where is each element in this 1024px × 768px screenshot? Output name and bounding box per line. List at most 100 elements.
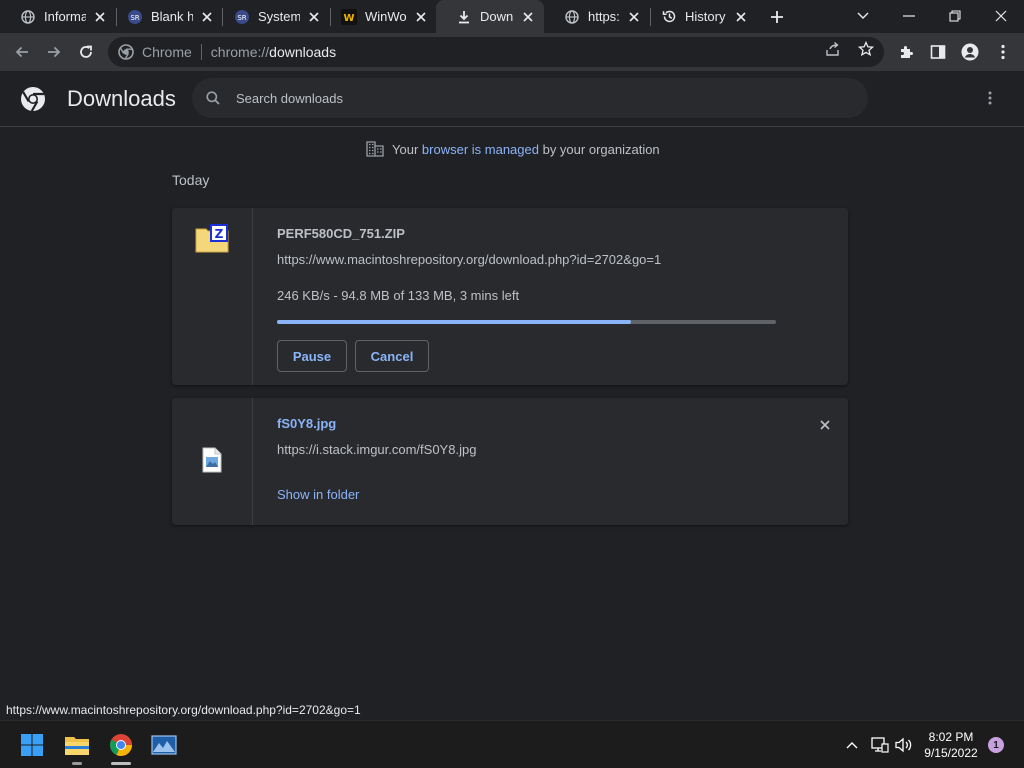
tab-winworld[interactable]: W WinWo	[321, 0, 437, 33]
status-bubble: https://www.macintoshrepository.org/down…	[0, 700, 367, 720]
profile-button[interactable]	[960, 42, 980, 62]
remove-from-list-button[interactable]	[816, 416, 834, 434]
omnibox-divider	[200, 44, 202, 60]
page-title: Downloads	[67, 86, 176, 111]
search-input[interactable]	[236, 90, 836, 106]
search-box[interactable]	[192, 78, 868, 118]
date-heading: Today	[172, 172, 210, 188]
tab-informa[interactable]: Informa	[0, 0, 116, 33]
url-scheme: chrome://	[210, 44, 270, 60]
history-icon	[661, 9, 677, 25]
managed-notice: Your browser is managed by your organiza…	[366, 140, 660, 158]
start-button[interactable]	[16, 729, 48, 761]
clock-time: 8:02 PM	[928, 730, 974, 744]
globe-icon	[20, 9, 36, 25]
address-bar[interactable]: Chrome chrome://downloads	[108, 37, 884, 67]
tab-downloads[interactable]: Downlo	[436, 0, 544, 33]
close-icon[interactable]	[626, 9, 642, 25]
new-tab-button[interactable]	[766, 6, 788, 28]
managed-link[interactable]: browser is managed	[422, 142, 539, 157]
back-button[interactable]	[9, 39, 35, 65]
tab-blank-ha[interactable]: SR Blank ha	[107, 0, 223, 33]
tab-search-button[interactable]	[849, 3, 877, 29]
file-url: https://i.stack.imgur.com/fS0Y8.jpg	[277, 442, 477, 457]
tab-label: Downlo	[480, 9, 514, 24]
clock-date: 9/15/2022	[924, 746, 978, 760]
downloads-menu-button[interactable]	[980, 88, 1000, 108]
photos-button[interactable]	[148, 729, 180, 761]
extensions-button[interactable]	[896, 42, 916, 62]
network-icon	[871, 737, 889, 753]
system-clock[interactable]: 8:02 PM 9/15/2022	[920, 729, 982, 761]
tab-label: History	[685, 9, 726, 24]
tab-history[interactable]: History	[641, 0, 757, 33]
close-icon	[995, 10, 1007, 22]
svg-text:SR: SR	[237, 14, 246, 22]
chrome-icon	[110, 734, 132, 756]
share-button[interactable]	[824, 40, 842, 58]
show-in-folder-link[interactable]: Show in folder	[277, 487, 359, 502]
tab-label: Informa	[44, 9, 86, 24]
globe-icon	[564, 9, 580, 25]
managed-suffix: by your organization	[542, 141, 660, 157]
tab-label: System	[258, 9, 300, 24]
download-item-zip: Z PERF580CD_751.ZIP https://www.macintos…	[172, 208, 848, 385]
chevron-down-icon	[857, 12, 869, 19]
star-icon	[858, 41, 874, 57]
window-close-button[interactable]	[987, 3, 1015, 29]
more-vert-icon	[988, 91, 992, 105]
windows-logo-icon	[21, 734, 43, 756]
reload-icon	[80, 45, 92, 58]
running-indicator	[111, 762, 131, 765]
chevron-up-icon	[846, 742, 858, 749]
file-explorer-button[interactable]	[61, 729, 93, 765]
photos-icon	[151, 735, 177, 755]
running-indicator	[72, 762, 82, 765]
close-icon[interactable]	[92, 9, 108, 25]
forward-button[interactable]	[41, 39, 67, 65]
file-name-link[interactable]: fS0Y8.jpg	[277, 416, 336, 431]
volume-button[interactable]	[894, 735, 914, 755]
show-hidden-icons-button[interactable]	[842, 735, 862, 755]
search-icon	[204, 89, 222, 107]
network-button[interactable]	[870, 735, 890, 755]
back-arrow-icon	[15, 46, 28, 58]
download-icon	[456, 9, 472, 25]
tab-label: https://\	[588, 9, 620, 24]
taskbar: 8:02 PM 9/15/2022 1	[0, 720, 1024, 768]
url-host: downloads	[269, 44, 337, 60]
tab-system[interactable]: SR System	[214, 0, 330, 33]
chrome-logo-icon	[118, 44, 134, 60]
close-icon[interactable]	[199, 9, 215, 25]
pause-button[interactable]: Pause	[277, 340, 347, 372]
file-icon-column: Z	[172, 208, 253, 385]
close-icon[interactable]	[520, 9, 536, 25]
close-icon[interactable]	[413, 9, 429, 25]
omnibox-chip: Chrome	[142, 44, 192, 60]
tab-https[interactable]: https://\	[544, 0, 650, 33]
chrome-logo-icon	[20, 86, 46, 112]
tab-strip: Informa SR Blank ha SR System W WinWo Do…	[0, 0, 1024, 33]
downloads-header: Downloads	[0, 71, 1024, 127]
cancel-button[interactable]: Cancel	[355, 340, 429, 372]
close-icon	[820, 420, 830, 430]
file-name: PERF580CD_751.ZIP	[277, 226, 405, 241]
bookmark-button[interactable]	[857, 40, 875, 58]
image-file-icon	[202, 447, 222, 473]
svg-text:Z: Z	[215, 227, 224, 241]
share-icon	[826, 41, 839, 56]
folder-icon	[65, 737, 89, 755]
close-icon[interactable]	[733, 9, 749, 25]
site-favicon-icon: SR	[234, 9, 250, 25]
progress-bar	[277, 320, 776, 324]
forward-arrow-icon	[48, 46, 61, 58]
chrome-menu-button[interactable]	[993, 42, 1013, 62]
notification-badge[interactable]: 1	[988, 737, 1004, 753]
more-vert-icon	[1001, 44, 1005, 60]
chrome-taskbar-button[interactable]	[105, 729, 137, 765]
reload-button[interactable]	[73, 39, 99, 65]
minimize-button[interactable]	[895, 3, 923, 29]
close-icon[interactable]	[306, 9, 322, 25]
side-panel-button[interactable]	[928, 42, 948, 62]
restore-button[interactable]	[941, 3, 969, 29]
